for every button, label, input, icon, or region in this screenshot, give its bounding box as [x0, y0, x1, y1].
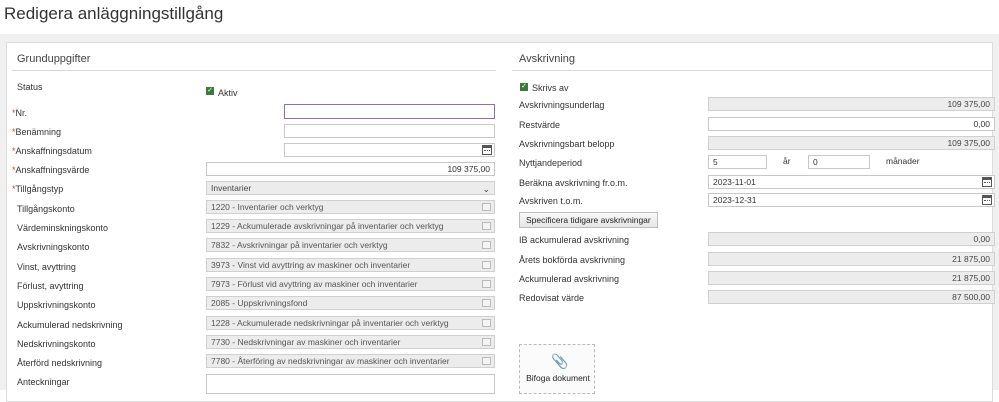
months-input[interactable]: 0 — [808, 155, 870, 169]
account-field[interactable]: 7832 - Avskrivningar på inventarier och … — [206, 238, 495, 252]
benamning-label: *Benämning — [12, 127, 62, 137]
form-panel — [6, 42, 993, 402]
ib-field: 0,00 — [708, 232, 995, 246]
calendar-icon[interactable] — [982, 177, 992, 187]
row-label: Avskrivningskonto — [17, 242, 90, 252]
row-label: Förlust, avyttring — [17, 281, 84, 291]
account-value: 1220 - Inventarier och verktyg — [211, 202, 324, 212]
paperclip-icon: 📎 — [551, 353, 569, 369]
berakna-date-input[interactable]: 2023-11-01 — [708, 175, 995, 189]
ackumulerad-label: Ackumulerad avskrivning — [519, 274, 620, 284]
years-input[interactable]: 5 — [708, 155, 767, 169]
section-divider — [12, 70, 496, 71]
row-label: Uppskrivningskonto — [17, 300, 96, 310]
redovisat-field: 87 500,00 — [708, 290, 995, 304]
account-field[interactable]: 1228 - Ackumulerade nedskrivningar på in… — [206, 316, 495, 330]
status-label: Status — [17, 82, 43, 92]
berakna-label: Beräkna avskrivning fr.o.m. — [519, 178, 628, 188]
specificera-button[interactable]: Specificera tidigare avskrivningar — [519, 212, 658, 228]
row-label: Återförd nedskrivning — [17, 358, 103, 368]
ib-label: IB ackumulerad avskrivning — [519, 235, 630, 245]
anskaffningsvarde-label: *Anskaffningsvärde — [12, 165, 90, 175]
calendar-icon[interactable] — [982, 195, 992, 205]
lookup-icon[interactable] — [482, 338, 491, 346]
skrivs-av-checkbox[interactable]: ✓ — [520, 83, 528, 91]
attach-document-label: Bifoga dokument — [526, 373, 590, 383]
account-value: 1229 - Ackumulerade avskrivningar på inv… — [211, 221, 444, 231]
berakna-date-value: 2023-11-01 — [713, 177, 756, 187]
avskriven-date-input[interactable]: 2023-12-31 — [708, 193, 995, 207]
avskrivningsunderlag-field: 109 375,00 — [708, 97, 995, 111]
lookup-icon[interactable] — [482, 299, 491, 307]
row-label: Nedskrivningskonto — [17, 339, 96, 349]
aktiv-label: Aktiv — [218, 88, 238, 98]
benamning-input[interactable] — [284, 124, 495, 138]
avskrivningsbart-field: 109 375,00 — [708, 136, 995, 150]
lookup-icon[interactable] — [482, 357, 491, 365]
arets-label: Årets bokförda avskrivning — [519, 255, 626, 265]
nyttjandeperiod-label: Nyttjandeperiod — [519, 158, 583, 168]
tillgangstyp-label: *Tillgångstyp — [12, 184, 64, 194]
lookup-icon[interactable] — [482, 319, 491, 327]
account-field[interactable]: 7780 - Återföring av nedskrivningar av m… — [206, 354, 495, 368]
anteckningar-textarea[interactable] — [206, 374, 495, 394]
account-value: 7973 - Förlust vid avyttring av maskiner… — [211, 279, 418, 289]
arets-field: 21 875,00 — [708, 252, 995, 266]
lookup-icon[interactable] — [482, 241, 491, 249]
lookup-icon[interactable] — [482, 222, 491, 230]
section-title-avskrivning: Avskrivning — [519, 53, 576, 65]
attach-document-dropzone[interactable]: 📎 Bifoga dokument — [519, 344, 595, 394]
anskaffningsdatum-input[interactable] — [284, 143, 495, 157]
restvarde-label: Restvärde — [519, 120, 561, 130]
restvarde-input[interactable]: 0,00 — [708, 117, 995, 131]
anskaffningsdatum-label: *Anskaffningsdatum — [12, 146, 92, 156]
nr-label: *Nr. — [12, 108, 28, 118]
lookup-icon[interactable] — [482, 280, 491, 288]
avskrivningsunderlag-label: Avskrivningsunderlag — [519, 100, 605, 110]
account-field[interactable]: 1229 - Ackumulerade avskrivningar på inv… — [206, 219, 495, 233]
row-label: Värdeminskningskonto — [17, 223, 109, 233]
account-value: 7730 - Nedskrivningar av maskiner och in… — [211, 337, 401, 347]
section-divider — [512, 70, 992, 71]
ackumulerad-field: 21 875,00 — [708, 271, 995, 285]
row-label: Tillgångskonto — [17, 204, 75, 214]
row-label: Ackumulerad nedskrivning — [17, 320, 123, 330]
account-value: 2085 - Uppskrivningsfond — [211, 298, 308, 308]
avskriven-date-value: 2023-12-31 — [713, 195, 757, 205]
redovisat-label: Redovisat värde — [519, 293, 585, 303]
lookup-icon[interactable] — [482, 203, 491, 211]
account-value: 3973 - Vinst vid avyttring av maskiner o… — [211, 260, 411, 270]
tillgangstyp-select[interactable]: Inventarier ⌄ — [206, 181, 495, 195]
section-title-grunduppgifter: Grunduppgifter — [17, 53, 91, 65]
skrivs-av-label: Skrivs av — [532, 83, 569, 93]
years-unit: år — [783, 156, 791, 166]
account-value: 7832 - Avskrivningar på inventarier och … — [211, 240, 388, 250]
avskriven-label: Avskriven t.o.m. — [519, 196, 583, 206]
anskaffningsvarde-input[interactable]: 109 375,00 — [206, 162, 495, 176]
account-value: 7780 - Återföring av nedskrivningar av m… — [211, 356, 450, 366]
account-field[interactable]: 7973 - Förlust vid avyttring av maskiner… — [206, 277, 495, 291]
lookup-icon[interactable] — [482, 261, 491, 269]
account-value: 1228 - Ackumulerade nedskrivningar på in… — [211, 318, 449, 328]
account-field[interactable]: 7730 - Nedskrivningar av maskiner och in… — [206, 335, 495, 349]
page-title: Redigera anläggningstillgång — [4, 4, 224, 23]
tillgangstyp-value: Inventarier — [211, 183, 252, 193]
account-field[interactable]: 2085 - Uppskrivningsfond — [206, 296, 495, 310]
anteckningar-label: Anteckningar — [17, 377, 70, 387]
calendar-icon[interactable] — [482, 145, 492, 155]
row-label: Vinst, avyttring — [17, 262, 76, 272]
account-field[interactable]: 1220 - Inventarier och verktyg — [206, 200, 495, 214]
months-unit: månader — [886, 156, 920, 166]
account-field[interactable]: 3973 - Vinst vid avyttring av maskiner o… — [206, 258, 495, 272]
avskrivningsbart-label: Avskrivningsbart belopp — [519, 139, 615, 149]
nr-input[interactable] — [284, 104, 495, 119]
chevron-down-icon: ⌄ — [482, 184, 490, 194]
aktiv-checkbox[interactable]: ✓ — [206, 87, 214, 95]
